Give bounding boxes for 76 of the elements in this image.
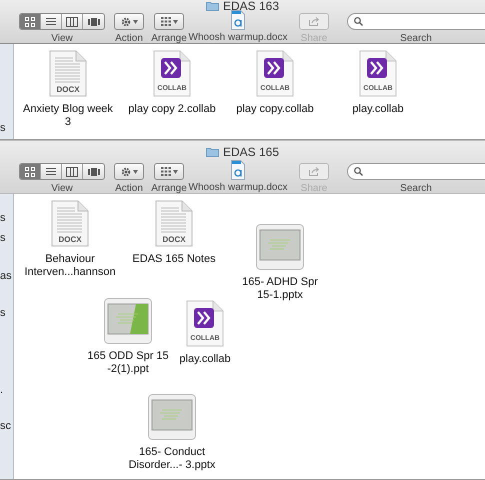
columns-icon [66, 166, 78, 176]
document-label: Whoosh warmup.docx [188, 32, 288, 44]
file-type-label: DOCX [161, 235, 187, 244]
file-name[interactable]: 165- ADHD Spr 15-1.pptx [242, 276, 318, 302]
search-field[interactable] [347, 163, 485, 180]
view-label: View [51, 183, 73, 195]
sidebar-item[interactable]: . [0, 384, 4, 397]
arrange-button[interactable] [154, 13, 184, 30]
view-mode-switcher[interactable] [19, 13, 105, 30]
window-title: EDAS 163 [222, 0, 280, 12]
sidebar-item[interactable]: as [0, 270, 12, 283]
view-mode-button[interactable] [20, 14, 41, 29]
slide-thumbnail-icon [104, 298, 152, 344]
window-title: EDAS 165 [222, 146, 280, 158]
search-icon [354, 167, 363, 176]
file-name[interactable]: play copy.collab [236, 103, 314, 116]
grid-icon [160, 167, 170, 176]
search-icon [354, 17, 363, 26]
file-name[interactable]: Anxiety Blog week 3 [23, 103, 113, 129]
search-label: Search [400, 33, 432, 45]
action-label: Action [115, 183, 143, 195]
list-icon [45, 166, 57, 176]
slide-thumbnail-icon [148, 394, 196, 440]
document-file-icon [155, 200, 193, 247]
file-type-label: DOCX [55, 85, 81, 94]
share-icon [308, 17, 320, 26]
action-button[interactable] [114, 13, 144, 30]
document-file-icon [49, 50, 87, 97]
share-icon [308, 167, 320, 176]
caret-icon [132, 170, 138, 174]
document-file-icon [51, 200, 89, 247]
collab-file-icon [359, 50, 397, 97]
collab-file-icon [186, 300, 224, 347]
arrange-button[interactable] [154, 163, 184, 180]
columns-icon [66, 16, 78, 26]
sidebar-item[interactable]: s [0, 212, 6, 225]
gear-icon [120, 16, 130, 26]
slide-thumbnail-icon [256, 224, 304, 270]
view-mode-switcher[interactable] [19, 163, 105, 180]
folder-icon [206, 147, 219, 157]
gear-icon [120, 166, 130, 176]
file-name[interactable]: Behaviour Interven...hannson [24, 253, 116, 279]
file-name[interactable]: play copy 2.collab [128, 103, 216, 116]
grid-icon [160, 17, 170, 26]
view-label: View [51, 33, 73, 45]
list-icon [45, 16, 57, 26]
cover-flow-icon [88, 16, 100, 26]
document-icon[interactable] [231, 10, 245, 30]
file-name[interactable]: 165 ODD Spr 15 -2(1).ppt [87, 350, 169, 376]
file-type-label: DOCX [57, 235, 83, 244]
search-field[interactable] [347, 13, 485, 30]
grid-icon [24, 16, 36, 26]
action-button[interactable] [114, 163, 144, 180]
file-name[interactable]: play.collab [179, 353, 231, 366]
action-label: Action [115, 33, 143, 45]
caret-icon [132, 20, 138, 24]
search-label: Search [400, 183, 432, 195]
sidebar-item[interactable]: s [0, 232, 6, 245]
file-name[interactable]: EDAS 165 Notes [132, 253, 216, 266]
view-mode-button[interactable] [20, 164, 41, 179]
collab-file-icon [256, 50, 294, 97]
sidebar-item[interactable]: s [0, 307, 6, 320]
grid-icon [24, 166, 36, 176]
file-name[interactable]: 165- Conduct Disorder...- 3.pptx [128, 446, 216, 472]
folder-icon [206, 0, 219, 10]
sidebar-item[interactable]: sc [0, 420, 11, 433]
arrange-label: Arrange [151, 183, 187, 195]
cover-flow-icon [88, 166, 100, 176]
arrange-label: Arrange [151, 33, 187, 45]
caret-icon [172, 170, 178, 174]
document-icon[interactable] [231, 160, 245, 180]
file-name[interactable]: play.collab [352, 103, 404, 116]
collab-file-icon [153, 50, 191, 97]
caret-icon [172, 20, 178, 24]
sidebar-item[interactable]: s [0, 122, 6, 135]
document-label: Whoosh warmup.docx [188, 182, 288, 194]
